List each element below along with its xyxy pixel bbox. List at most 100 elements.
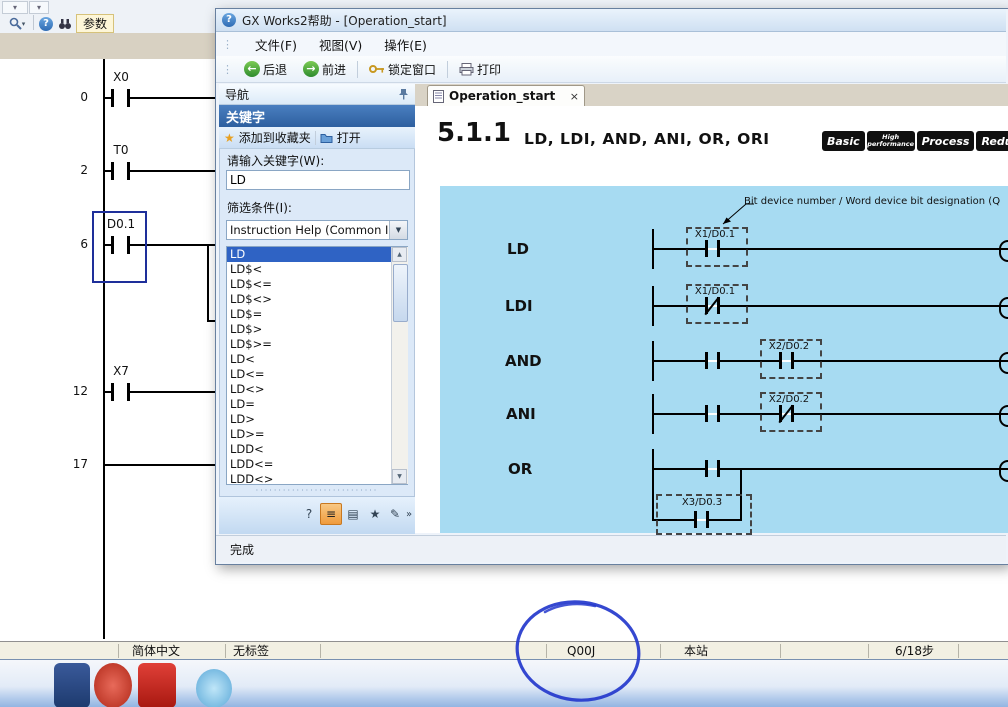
keyword-header-label: 关键字 [226,107,265,126]
print-label: 打印 [477,61,501,78]
parameters-button[interactable]: 参数 [76,14,114,33]
status-separator [868,644,869,658]
keyword-view-icon[interactable]: ≡ [320,503,342,525]
contact-gap [708,360,717,362]
scroll-down-icon[interactable]: ▼ [392,469,407,484]
help-window-title: GX Works2帮助 - [Operation_start] [242,12,447,29]
toolbar-separator [33,15,34,30]
list-scrollbar[interactable]: ▲ ▼ [391,247,408,484]
favorites-view-icon[interactable]: ★ [364,503,386,525]
add-favorite-icon: ★ [224,131,235,145]
toolbar-mini-button[interactable]: ▾ [29,1,49,14]
list-item[interactable]: LD$> [227,322,391,337]
binoculars-icon [58,18,72,30]
forward-arrow-icon: → [303,61,319,77]
main-statusbar: 简体中文 无标签 Q00J 本站 6/18步 [0,641,1008,660]
contact-bar [706,511,709,528]
contact-bar [127,162,130,180]
menu-view[interactable]: 视图(V) [319,35,362,54]
forward-button[interactable]: → 前进 [298,59,351,80]
tab-close-icon[interactable]: × [570,90,579,103]
tab-operation-start[interactable]: Operation_start × [427,85,585,106]
list-item[interactable]: LD< [227,352,391,367]
contact-bar [694,511,697,528]
contact-bar [705,460,708,477]
rung-number: 17 [50,457,88,471]
menu-operate[interactable]: 操作(E) [384,35,427,54]
status-station: 本站 [684,643,708,659]
help-view-icon[interactable]: ? [298,503,320,525]
status-separator [958,644,959,658]
back-arrow-icon: ← [244,61,260,77]
find-device-button[interactable]: ▾ [2,14,32,33]
panel-splitter[interactable]: ··························· [219,486,415,496]
help-app-icon: ? [222,13,236,27]
taskbar-app-icon[interactable] [196,669,232,707]
keyword-input[interactable] [226,170,410,190]
help-status-text: 完成 [230,541,254,558]
taskbar [0,659,1008,707]
contact-gap [114,391,127,393]
add-favorite-button[interactable]: 添加到收藏夹 [239,129,311,146]
search-button[interactable] [55,14,75,33]
filter-value: Instruction Help (Common Ins [227,223,389,237]
status-separator [320,644,321,658]
list-item[interactable]: LDD<= [227,457,391,472]
menu-file[interactable]: 文件(F) [255,35,297,54]
help-button[interactable]: ? [36,14,56,33]
scroll-up-icon[interactable]: ▲ [392,247,407,262]
list-item[interactable]: LD>= [227,427,391,442]
list-item[interactable]: LD= [227,397,391,412]
cpu-series-badges: Basic High performance Process Redundant… [822,131,1008,151]
contact-gap [114,97,127,99]
taskbar-app-icon[interactable] [94,663,132,707]
toolbar-mini-button[interactable]: ▾ [2,1,28,14]
status-language: 简体中文 [132,643,180,659]
taskbar-app-icon[interactable] [54,663,90,707]
navigation-title: 导航 [225,86,249,103]
list-item[interactable]: LD<> [227,382,391,397]
lock-window-label: 锁定窗口 [388,61,436,78]
open-button[interactable]: 打开 [337,129,361,146]
help-titlebar[interactable]: ? GX Works2帮助 - [Operation_start] [216,9,1006,32]
help-statusbar: 完成 [216,535,1006,562]
print-button[interactable]: 打印 [454,59,506,80]
contact-bar [717,460,720,477]
contact-bar [111,162,114,180]
scroll-thumb[interactable] [393,264,408,322]
filter-dropdown[interactable]: Instruction Help (Common Ins ▼ [226,220,408,240]
list-item[interactable]: LD<= [227,367,391,382]
keyword-listbox[interactable]: LD LD$< LD$<= LD$<> LD$= LD$> LD$>= LD< … [226,246,408,485]
list-item[interactable]: LDD<> [227,472,391,485]
back-label: 后退 [263,61,287,78]
contact-bar [705,352,708,369]
badge-process: Process [917,131,975,151]
list-item[interactable]: LD$< [227,262,391,277]
dropdown-arrow-icon[interactable]: ▼ [389,221,407,239]
contact-label[interactable]: T0 [97,143,145,157]
toolbar-separator [315,131,316,145]
lock-window-button[interactable]: 锁定窗口 [364,59,441,80]
list-item[interactable]: LD$= [227,307,391,322]
list-item[interactable]: LD [227,247,391,262]
content-tab-label: Operation_start [449,89,565,103]
coil-symbol [999,352,1008,374]
list-item[interactable]: LDD< [227,442,391,457]
overflow-chevron-icon[interactable]: » [402,503,416,525]
taskbar-app-icon[interactable] [138,663,176,707]
list-item[interactable]: LD> [227,412,391,427]
list-item[interactable]: LD$<= [227,277,391,292]
contents-view-icon[interactable]: ▤ [342,503,364,525]
filter-label: 筛选条件(I): [227,199,292,216]
list-item[interactable]: LD$<> [227,292,391,307]
printer-icon [459,63,474,76]
contact-gap [697,519,706,521]
list-item[interactable]: LD$>= [227,337,391,352]
back-button[interactable]: ← 后退 [239,59,292,80]
favorites-toolbar: ★ 添加到收藏夹 打开 [219,127,415,149]
coil-symbol [999,297,1008,319]
contact-label[interactable]: X7 [97,364,145,378]
contact-label[interactable]: X0 [97,70,145,84]
status-steps: 6/18步 [895,643,934,659]
pushpin-icon[interactable] [398,88,409,100]
